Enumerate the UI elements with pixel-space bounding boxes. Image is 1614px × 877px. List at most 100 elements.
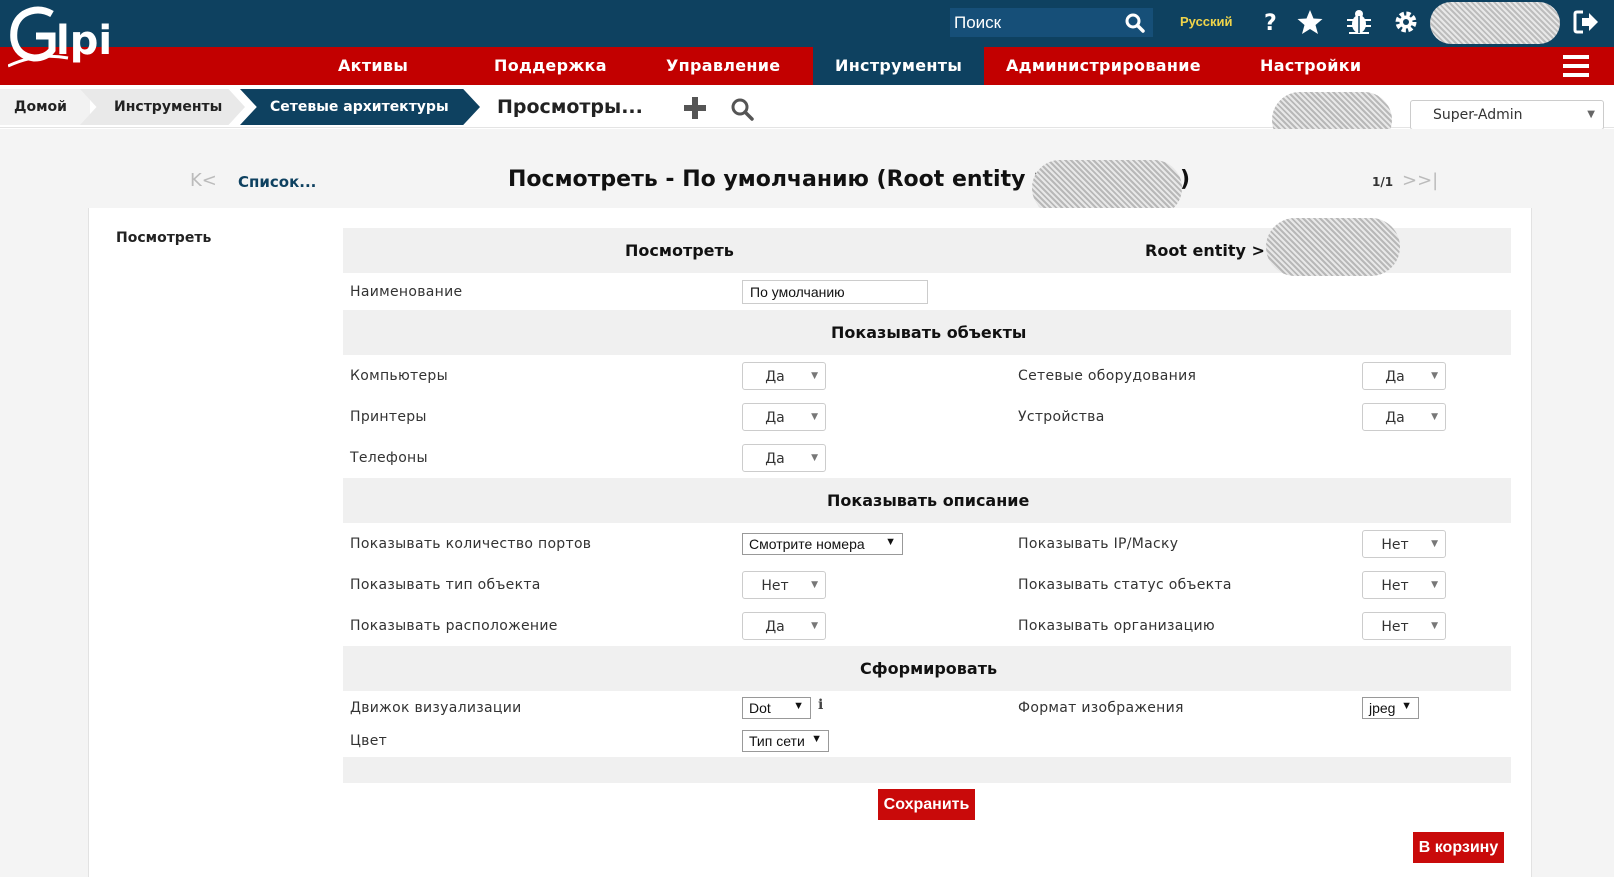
chevron-down-icon: ▼ bbox=[1431, 371, 1438, 381]
section-generate-title: Сформировать bbox=[860, 659, 998, 678]
glpi-logo[interactable]: lpi bbox=[8, 6, 126, 72]
computers-label: Компьютеры bbox=[350, 368, 448, 384]
ports-value: Смотрите номера bbox=[749, 536, 865, 552]
location-label: Показывать расположение bbox=[350, 618, 558, 634]
menu-tools[interactable]: Инструменты bbox=[813, 47, 985, 85]
ipmask-label: Показывать IP/Маску bbox=[1018, 536, 1179, 552]
computers-select[interactable]: Да ▼ bbox=[742, 362, 826, 390]
chevron-down-icon: ▼ bbox=[811, 733, 822, 745]
entity-value: Нет bbox=[1381, 619, 1409, 635]
first-page-icon[interactable]: K< bbox=[190, 170, 217, 191]
chevron-down-icon: ▼ bbox=[793, 700, 804, 712]
svg-text:lpi: lpi bbox=[56, 18, 112, 64]
breadcrumb-network-architectures[interactable]: Сетевые архитектуры bbox=[240, 89, 480, 125]
devices-value: Да bbox=[1385, 410, 1405, 426]
status-select[interactable]: Нет ▼ bbox=[1362, 571, 1446, 599]
menu-setup[interactable]: Настройки bbox=[1260, 47, 1361, 85]
main-menu: Активы Поддержка Управление Инструменты … bbox=[0, 47, 1614, 85]
ipmask-value: Нет bbox=[1381, 537, 1409, 553]
logout-icon[interactable] bbox=[1572, 8, 1600, 36]
header-entity-blurred bbox=[1266, 218, 1400, 276]
engine-label: Движок визуализации bbox=[350, 700, 522, 716]
bug-icon[interactable] bbox=[1345, 8, 1373, 36]
profile-value: Super-Admin bbox=[1433, 107, 1523, 123]
save-button[interactable]: Сохранить bbox=[878, 789, 975, 820]
gear-icon[interactable] bbox=[1392, 8, 1420, 36]
entity-select[interactable]: Нет ▼ bbox=[1362, 612, 1446, 640]
phones-select[interactable]: Да ▼ bbox=[742, 444, 826, 472]
list-link[interactable]: Список... bbox=[238, 173, 316, 191]
color-select[interactable]: Тип сети ▼ bbox=[742, 730, 829, 752]
name-value: По умолчанию bbox=[750, 284, 845, 300]
chevron-down-icon: ▼ bbox=[811, 412, 818, 422]
breadcrumb-home[interactable]: Домой bbox=[0, 89, 90, 125]
network-equipment-value: Да bbox=[1385, 369, 1405, 385]
printers-select[interactable]: Да ▼ bbox=[742, 403, 826, 431]
printers-label: Принтеры bbox=[350, 409, 427, 425]
last-page-icon[interactable]: >>| bbox=[1402, 170, 1438, 191]
phones-label: Телефоны bbox=[350, 450, 428, 466]
menu-assistance[interactable]: Поддержка bbox=[494, 47, 607, 85]
devices-label: Устройства bbox=[1018, 409, 1105, 425]
chevron-down-icon: ▼ bbox=[885, 536, 896, 548]
chevron-down-icon: ▼ bbox=[1431, 621, 1438, 631]
chevron-down-icon: ▼ bbox=[1587, 109, 1595, 120]
status-value: Нет bbox=[1381, 578, 1409, 594]
network-equipment-label: Сетевые оборудования bbox=[1018, 368, 1197, 384]
type-select[interactable]: Нет ▼ bbox=[742, 571, 826, 599]
chevron-down-icon: ▼ bbox=[1431, 580, 1438, 590]
info-icon[interactable]: i bbox=[818, 697, 823, 713]
ports-select[interactable]: Смотрите номера ▼ bbox=[742, 533, 903, 555]
network-equipment-select[interactable]: Да ▼ bbox=[1362, 362, 1446, 390]
phones-value: Да bbox=[765, 451, 785, 467]
breadcrumb-views[interactable]: Просмотры... bbox=[497, 89, 643, 125]
format-value: jpeg bbox=[1369, 700, 1396, 716]
language-selector[interactable]: Русский bbox=[1180, 14, 1233, 29]
profile-select[interactable]: Super-Admin ▼ bbox=[1410, 100, 1604, 130]
search-icon[interactable] bbox=[730, 97, 754, 121]
chevron-down-icon: ▼ bbox=[811, 371, 818, 381]
add-icon[interactable] bbox=[684, 97, 706, 119]
type-value: Нет bbox=[761, 578, 789, 594]
trash-button[interactable]: В корзину bbox=[1413, 832, 1504, 863]
form-header-entity: Root entity > bbox=[1145, 241, 1265, 260]
search-input[interactable]: Поиск bbox=[950, 8, 1153, 37]
format-select[interactable]: jpeg ▼ bbox=[1362, 697, 1419, 719]
engine-select[interactable]: Dot ▼ bbox=[742, 697, 811, 719]
page-title: Посмотреть - По умолчанию (Root entity > bbox=[508, 167, 1052, 192]
help-icon[interactable]: ? bbox=[1256, 8, 1284, 36]
user-name-blurred[interactable] bbox=[1430, 2, 1560, 44]
form-footer-band bbox=[343, 757, 1511, 783]
color-label: Цвет bbox=[350, 733, 388, 749]
section-objects-title: Показывать объекты bbox=[831, 323, 1027, 342]
menu-administration[interactable]: Администрирование bbox=[1006, 47, 1201, 85]
chevron-down-icon: ▼ bbox=[1431, 539, 1438, 549]
location-value: Да bbox=[765, 619, 785, 635]
menu-management[interactable]: Управление bbox=[666, 47, 780, 85]
tab-view[interactable]: Посмотреть bbox=[116, 230, 211, 246]
form-header-title: Посмотреть bbox=[625, 241, 734, 260]
breadcrumb-tools[interactable]: Инструменты bbox=[80, 89, 245, 125]
name-input[interactable]: По умолчанию bbox=[742, 280, 928, 304]
search-icon[interactable] bbox=[1125, 12, 1145, 34]
hamburger-menu-icon[interactable] bbox=[1563, 54, 1589, 78]
chevron-down-icon: ▼ bbox=[811, 580, 818, 590]
record-counter: 1/1 bbox=[1372, 175, 1394, 189]
entity-label: Показывать организацию bbox=[1018, 618, 1215, 634]
ipmask-select[interactable]: Нет ▼ bbox=[1362, 530, 1446, 558]
engine-value: Dot bbox=[749, 700, 771, 716]
section-generate: Сформировать bbox=[343, 646, 1511, 691]
top-header: Поиск Русский ? bbox=[0, 0, 1614, 47]
status-label: Показывать статус объекта bbox=[1018, 577, 1232, 593]
type-label: Показывать тип объекта bbox=[350, 577, 541, 593]
devices-select[interactable]: Да ▼ bbox=[1362, 403, 1446, 431]
location-select[interactable]: Да ▼ bbox=[742, 612, 826, 640]
color-value: Тип сети bbox=[749, 733, 805, 749]
format-label: Формат изображения bbox=[1018, 700, 1184, 716]
star-icon[interactable] bbox=[1296, 8, 1324, 36]
ports-label: Показывать количество портов bbox=[350, 536, 592, 552]
page-title-close: ) bbox=[1180, 167, 1191, 192]
computers-value: Да bbox=[765, 369, 785, 385]
section-description: Показывать описание bbox=[343, 478, 1511, 523]
menu-assets[interactable]: Активы bbox=[338, 47, 408, 85]
